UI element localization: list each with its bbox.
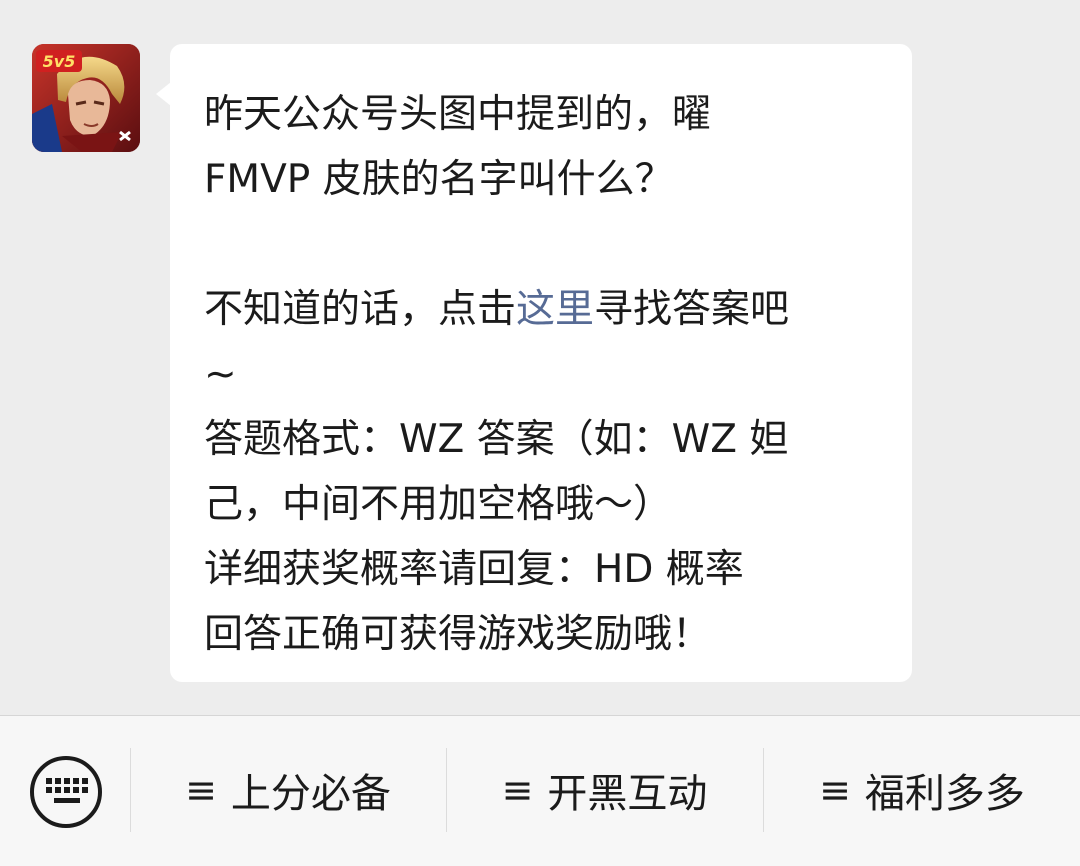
avatar-badge: 5v5 — [43, 52, 76, 71]
message-line: 详细获奖概率请回复：HD 概率 — [204, 547, 744, 592]
menu-icon: ≡ — [819, 768, 851, 812]
menu-item-fuli[interactable]: ≡ 福利多多 — [764, 748, 1080, 832]
message-text: 不知道的话，点击 — [204, 287, 517, 332]
keyboard-icon — [30, 756, 102, 828]
chat-area: 5v5 昨天公众号头图中提到的，曜 FMVP 皮肤的名字叫什么？ 不知道的话，点… — [0, 0, 1080, 715]
message-line: 昨天公众号头图中提到的，曜 — [204, 92, 712, 137]
keyboard-toggle-button[interactable] — [28, 754, 104, 830]
message-bubble: 昨天公众号头图中提到的，曜 FMVP 皮肤的名字叫什么？ 不知道的话，点击这里寻… — [156, 44, 912, 682]
answer-link[interactable]: 这里 — [516, 287, 594, 332]
message-line: FMVP 皮肤的名字叫什么？ — [204, 157, 674, 202]
message-line: ~ — [204, 352, 237, 397]
message-line: 回答正确可获得游戏奖励哦！ — [204, 612, 712, 657]
menu-icon: ≡ — [185, 768, 217, 812]
message-text: 寻找答案吧 — [594, 287, 790, 332]
message-line: 己，中间不用加空格哦～） — [204, 482, 673, 527]
menu-item-label: 开黑互动 — [547, 771, 708, 817]
menu-item-kaihei[interactable]: ≡ 开黑互动 — [447, 748, 762, 832]
menu-icon: ≡ — [501, 768, 534, 812]
avatar[interactable]: 5v5 — [32, 44, 140, 152]
message-line: 答题格式：WZ 答案（如：WZ 妲 — [204, 417, 789, 462]
menu-item-shangfen[interactable]: ≡ 上分必备 — [131, 748, 445, 832]
menu-item-label: 上分必备 — [230, 771, 391, 817]
game-avatar-icon: 5v5 — [32, 44, 140, 152]
message-line: 不知道的话，点击这里寻找答案吧 — [204, 277, 878, 342]
menu-item-label: 福利多多 — [864, 771, 1025, 817]
